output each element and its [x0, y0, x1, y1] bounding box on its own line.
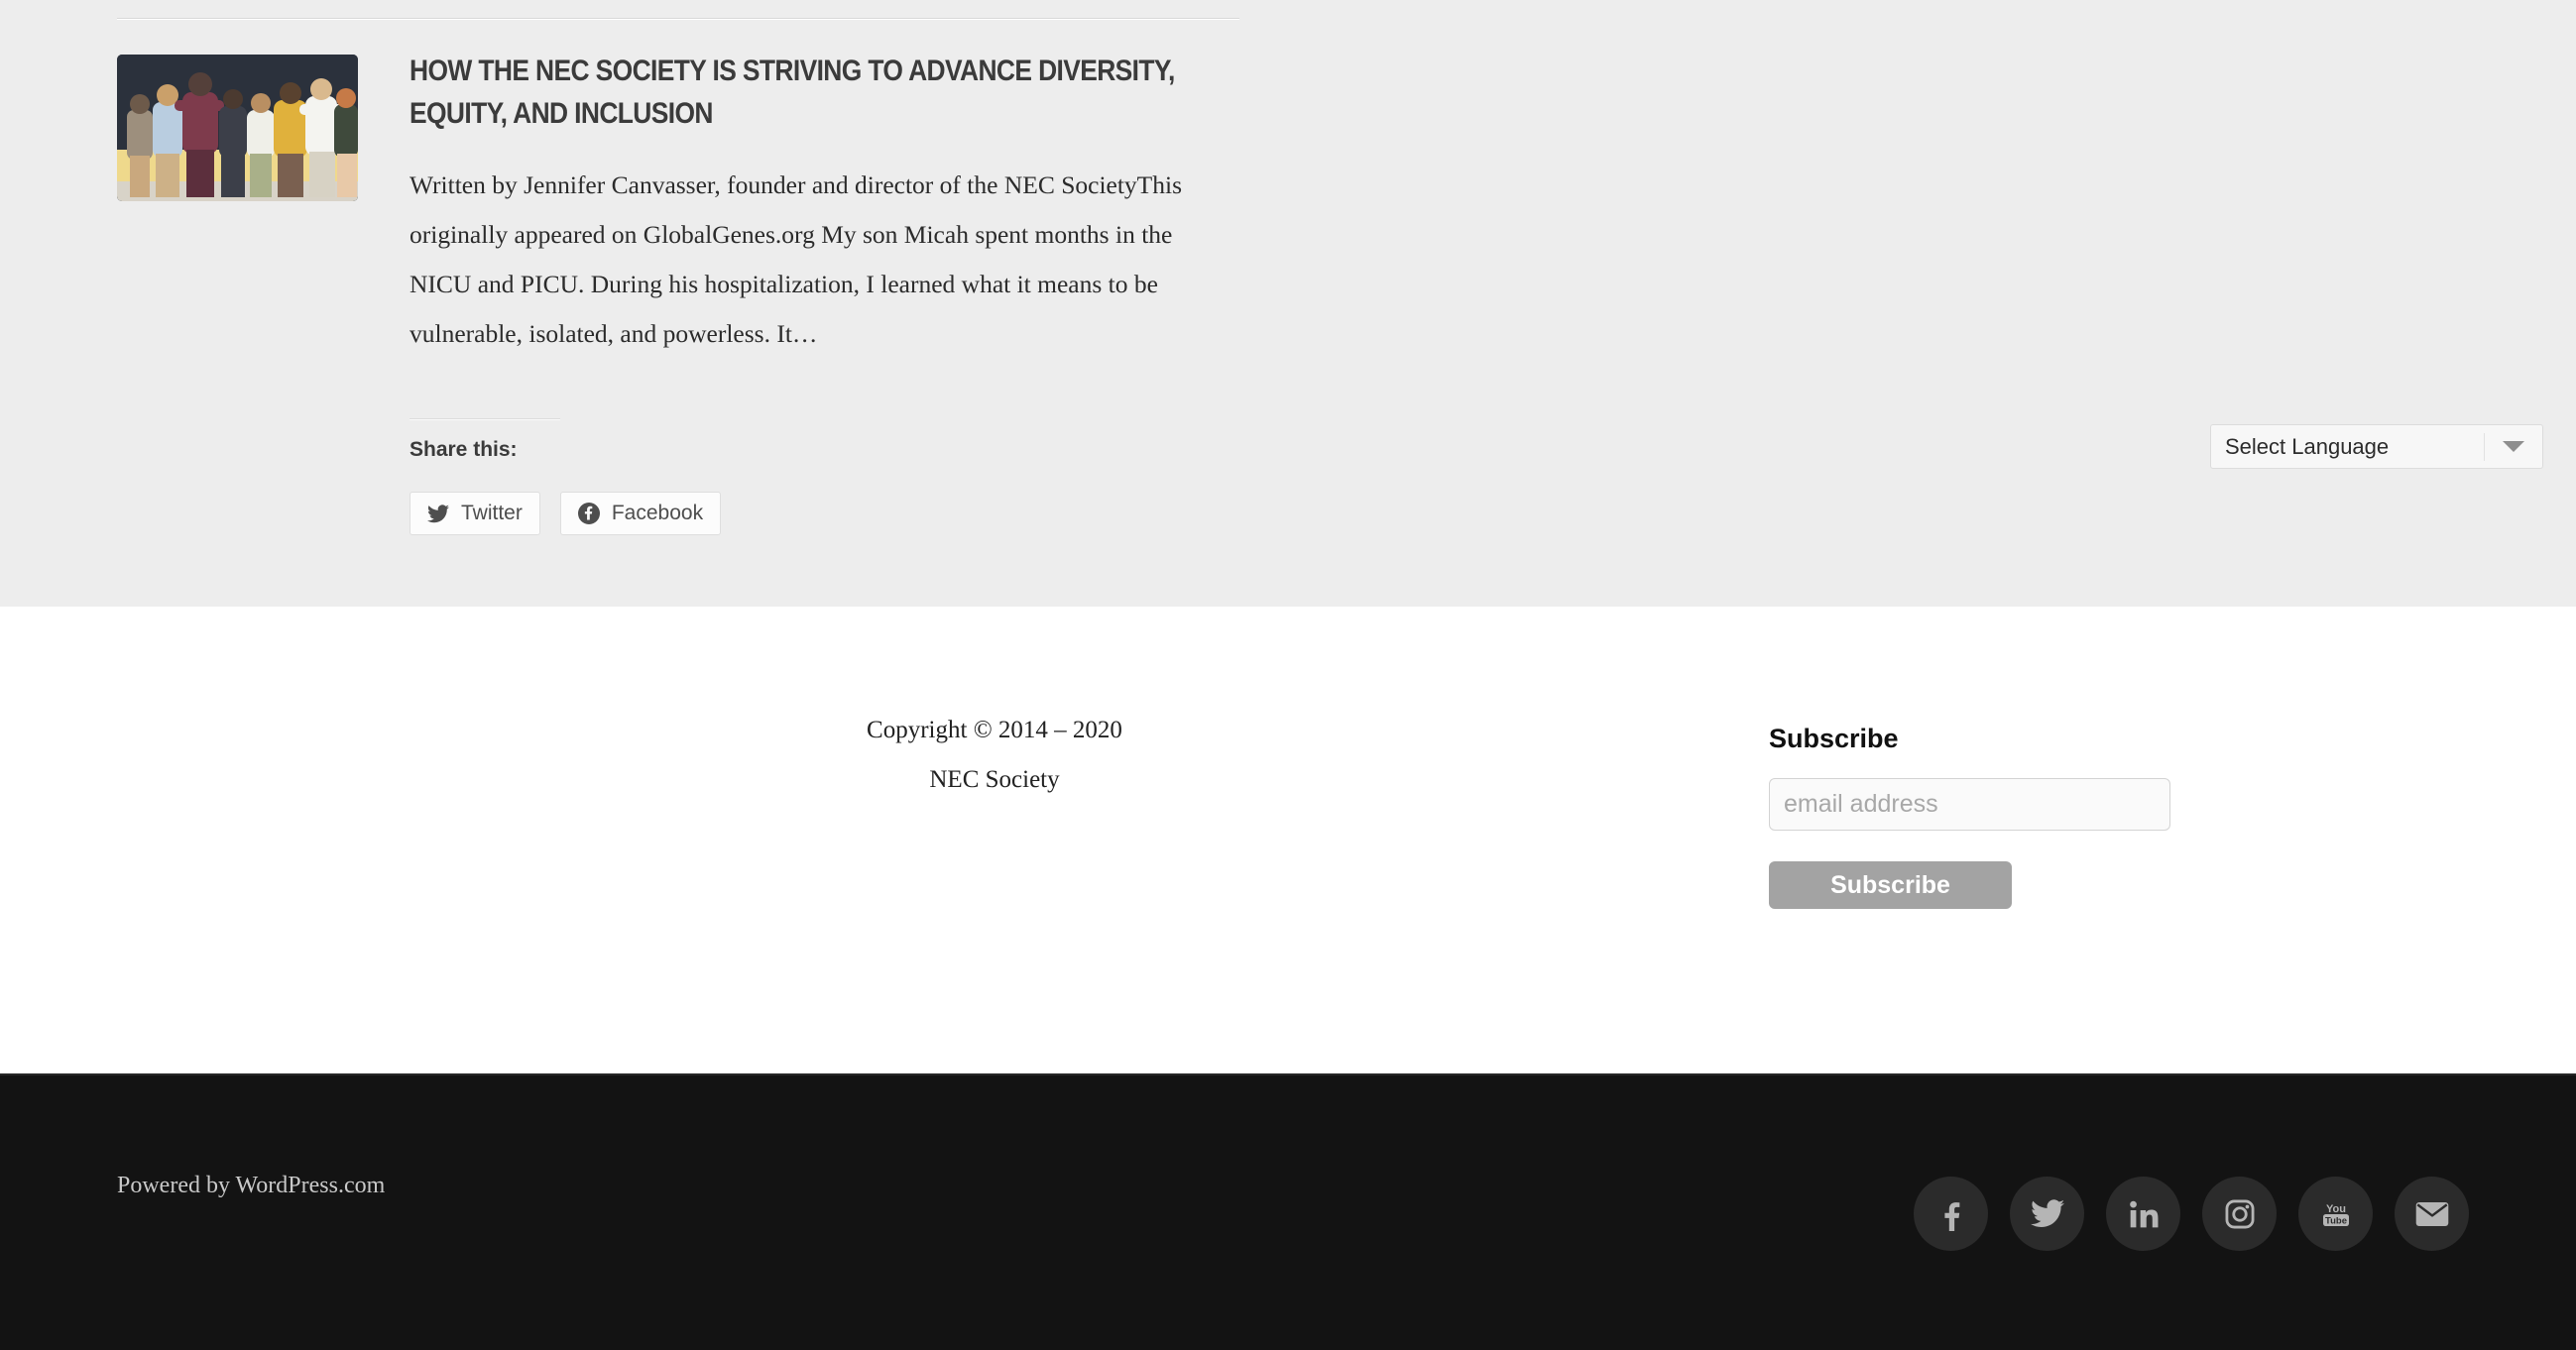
section-divider	[117, 18, 1239, 20]
share-this-label: Share this:	[410, 438, 518, 461]
social-links: You Tube	[1914, 1177, 2469, 1251]
language-select[interactable]: Select Language	[2210, 424, 2543, 469]
powered-by-wordpress-link[interactable]: Powered by WordPress.com	[117, 1173, 385, 1199]
chevron-down-icon[interactable]	[2485, 441, 2542, 452]
share-facebook-button[interactable]: Facebook	[559, 492, 722, 535]
youtube-icon: You Tube	[2319, 1199, 2353, 1229]
copyright-years: Copyright © 2014 – 2020	[867, 717, 1122, 743]
linkedin-icon	[2128, 1198, 2160, 1230]
social-link-facebook[interactable]	[1914, 1177, 1988, 1251]
social-link-linkedin[interactable]	[2106, 1177, 2180, 1251]
group-of-people-embracing-photo	[117, 55, 358, 201]
subscribe-heading: Subscribe	[1769, 724, 1899, 753]
facebook-icon	[1934, 1197, 1968, 1231]
svg-text:Tube: Tube	[2325, 1215, 2347, 1226]
share-facebook-label: Facebook	[611, 502, 704, 524]
social-link-email[interactable]	[2395, 1177, 2469, 1251]
share-divider	[410, 418, 560, 420]
email-field[interactable]	[1769, 778, 2170, 831]
facebook-icon	[577, 503, 600, 524]
article-list-section: HOW THE NEC SOCIETY IS STRIVING TO ADVAN…	[0, 0, 2576, 607]
instagram-icon	[2224, 1198, 2256, 1230]
subscribe-widget: Subscribe Subscribe	[1769, 724, 2170, 909]
language-select-value: Select Language	[2225, 433, 2390, 459]
copyright-org: NEC Society	[929, 766, 1060, 793]
social-link-twitter[interactable]	[2010, 1177, 2084, 1251]
post-title[interactable]: HOW THE NEC SOCIETY IS STRIVING TO ADVAN…	[410, 50, 1221, 135]
subscribe-button[interactable]: Subscribe	[1769, 861, 2012, 909]
svg-text:You: You	[2326, 1203, 2346, 1215]
post-body: HOW THE NEC SOCIETY IS STRIVING TO ADVAN…	[410, 50, 1203, 359]
post-excerpt: Written by Jennifer Canvasser, founder a…	[410, 170, 1183, 348]
site-footer-white: Copyright © 2014 – 2020 NEC Society	[0, 607, 2576, 1073]
share-buttons: Twitter Facebook	[410, 492, 722, 535]
twitter-icon	[2030, 1199, 2064, 1228]
social-link-youtube[interactable]: You Tube	[2298, 1177, 2373, 1251]
post-thumbnail[interactable]	[117, 55, 358, 201]
share-twitter-label: Twitter	[461, 502, 523, 524]
twitter-icon	[427, 504, 449, 523]
email-icon	[2415, 1201, 2449, 1227]
share-twitter-button[interactable]: Twitter	[410, 492, 540, 535]
copyright-block: Copyright © 2014 – 2020 NEC Society	[811, 706, 1178, 805]
social-link-instagram[interactable]	[2202, 1177, 2277, 1251]
